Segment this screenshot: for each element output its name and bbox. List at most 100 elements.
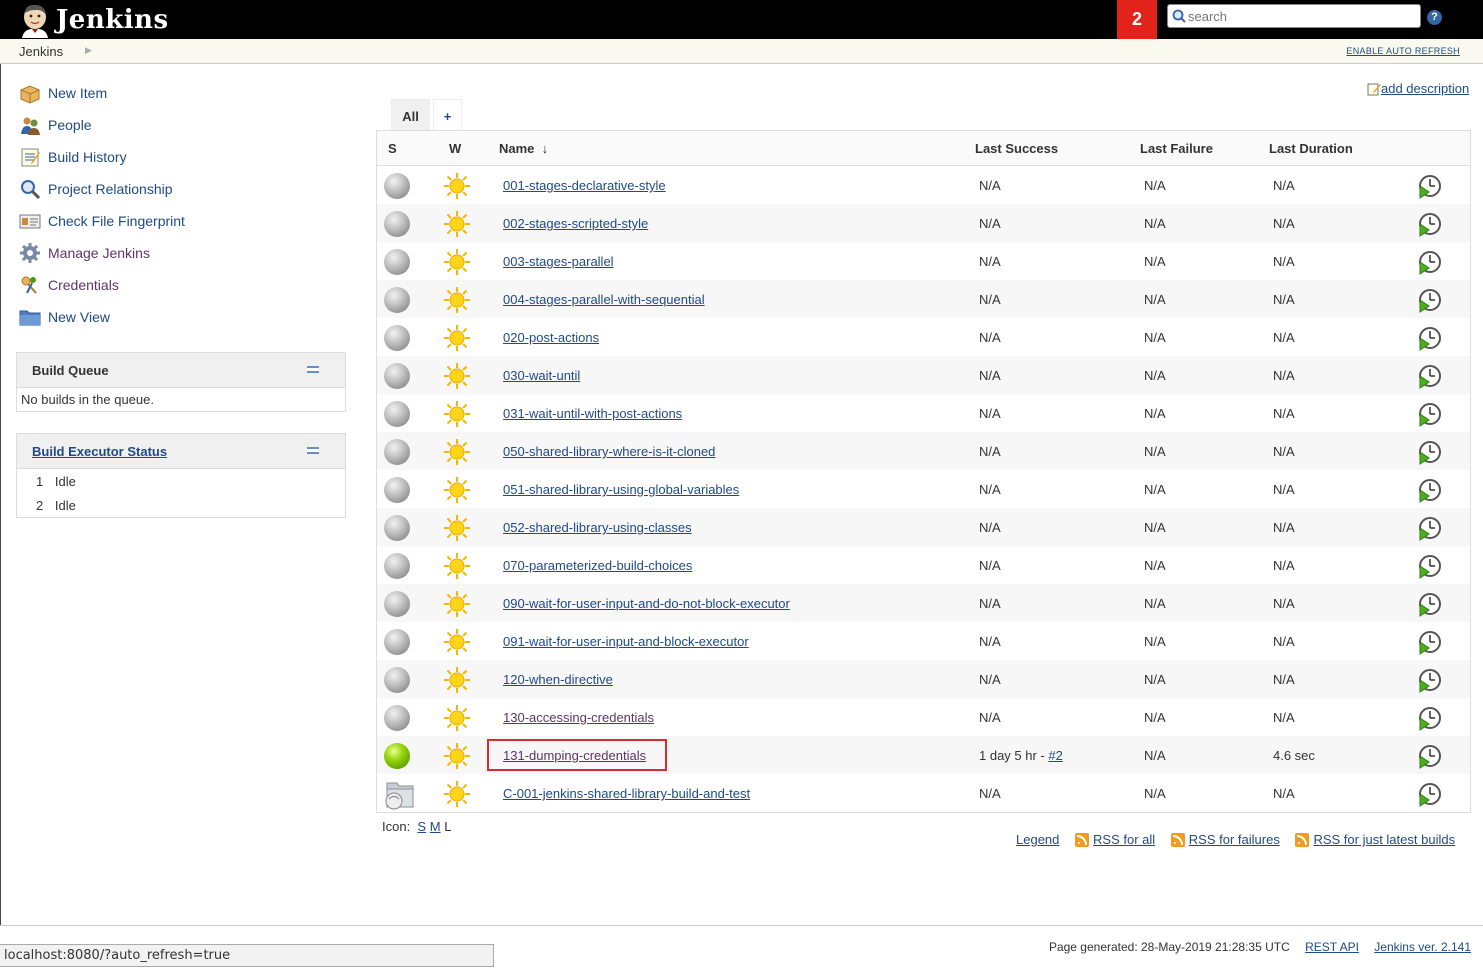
task-label[interactable]: Credentials (48, 277, 119, 293)
job-name-link[interactable]: 051-shared-library-using-global-variable… (503, 482, 739, 497)
breadcrumb-jenkins[interactable]: Jenkins (19, 44, 63, 59)
build-executor-title-link[interactable]: Build Executor Status (32, 444, 167, 459)
tab-new-view[interactable]: + (433, 99, 462, 132)
job-name-link[interactable]: 031-wait-until-with-post-actions (503, 406, 682, 421)
last-success-cell: N/A (979, 634, 1001, 649)
status-ball-icon (384, 629, 410, 655)
task-people[interactable]: People (19, 113, 92, 137)
icon-size-s[interactable]: S (417, 819, 426, 834)
job-name-link[interactable]: 130-accessing-credentials (503, 710, 654, 725)
job-name-link[interactable]: C-001-jenkins-shared-library-build-and-t… (503, 786, 750, 801)
task-label[interactable]: New Item (48, 85, 107, 101)
task-check-file-fingerprint[interactable]: Check File Fingerprint (19, 209, 185, 233)
legend-link[interactable]: Legend (1016, 832, 1059, 847)
column-weather[interactable]: W (449, 141, 461, 156)
schedule-build-icon[interactable] (1417, 591, 1443, 617)
rss-failures[interactable]: RSS for failures (1170, 832, 1280, 847)
column-status[interactable]: S (388, 141, 397, 156)
task-new-view[interactable]: New View (19, 305, 110, 329)
status-ball-icon (384, 249, 410, 275)
job-name-link[interactable]: 091-wait-for-user-input-and-block-execut… (503, 634, 749, 649)
collapse-icon[interactable] (307, 447, 319, 454)
table-row: 030-wait-until N/A N/A N/A (377, 356, 1470, 394)
task-label[interactable]: People (48, 117, 92, 133)
column-name-label: Name (499, 141, 535, 156)
job-name-link[interactable]: 020-post-actions (503, 330, 599, 345)
search-input[interactable] (1188, 7, 1416, 25)
tab-all[interactable]: All (391, 99, 430, 132)
jenkins-version-link[interactable]: Jenkins ver. 2.141 (1374, 940, 1471, 954)
job-name-link[interactable]: 001-stages-declarative-style (503, 178, 666, 193)
task-label[interactable]: Manage Jenkins (48, 245, 150, 261)
rss-latest-link[interactable]: RSS for just latest builds (1313, 832, 1455, 847)
job-name-link[interactable]: 120-when-directive (503, 672, 613, 687)
task-label[interactable]: New View (48, 309, 110, 325)
column-name[interactable]: Name ↓ (499, 141, 548, 156)
column-last-duration[interactable]: Last Duration (1269, 141, 1353, 156)
last-duration-cell: N/A (1273, 178, 1295, 193)
last-failure-cell: N/A (1144, 444, 1166, 459)
notification-badge[interactable]: 2 (1117, 0, 1157, 39)
schedule-build-icon[interactable] (1417, 363, 1443, 389)
task-label[interactable]: Build History (48, 149, 127, 165)
job-name-link[interactable]: 030-wait-until (503, 368, 580, 383)
people-icon (21, 117, 40, 135)
schedule-build-icon[interactable] (1417, 173, 1443, 199)
icon-size-m[interactable]: M (430, 819, 441, 834)
rest-api-link[interactable]: REST API (1305, 940, 1359, 954)
schedule-build-icon[interactable] (1417, 249, 1443, 275)
job-name-link[interactable]: 090-wait-for-user-input-and-do-not-block… (503, 596, 790, 611)
task-manage-jenkins[interactable]: Manage Jenkins (19, 241, 150, 265)
schedule-build-icon[interactable] (1417, 629, 1443, 655)
schedule-build-icon[interactable] (1417, 211, 1443, 237)
job-name-link[interactable]: 002-stages-scripted-style (503, 216, 648, 231)
enable-auto-refresh-link[interactable]: ENABLE AUTO REFRESH (1346, 46, 1460, 56)
help-icon[interactable]: ? (1427, 10, 1442, 25)
task-label[interactable]: Project Relationship (48, 181, 173, 197)
schedule-build-icon[interactable] (1417, 477, 1443, 503)
add-description[interactable]: add description (1367, 81, 1469, 96)
schedule-build-icon[interactable] (1417, 439, 1443, 465)
job-name-link[interactable]: 052-shared-library-using-classes (503, 520, 692, 535)
rss-all[interactable]: RSS for all (1075, 832, 1155, 847)
rss-latest[interactable]: RSS for just latest builds (1295, 832, 1455, 847)
job-name-link[interactable]: 131-dumping-credentials (503, 748, 646, 763)
job-name-link[interactable]: 070-parameterized-build-choices (503, 558, 692, 573)
task-label[interactable]: Check File Fingerprint (48, 213, 185, 229)
table-row: 130-accessing-credentials N/A N/A N/A (377, 698, 1470, 736)
task-new-item[interactable]: New Item (19, 81, 107, 105)
projects-table: S W Name ↓ Last Success Last Failure Las… (376, 130, 1471, 813)
schedule-build-icon[interactable] (1417, 401, 1443, 427)
table-row: 070-parameterized-build-choices N/A N/A N/A (377, 546, 1470, 584)
schedule-build-icon[interactable] (1417, 667, 1443, 693)
rss-all-link[interactable]: RSS for all (1093, 832, 1155, 847)
table-row: 001-stages-declarative-style N/A N/A N/A (377, 166, 1470, 204)
collapse-icon[interactable] (307, 366, 319, 373)
job-name-link[interactable]: 004-stages-parallel-with-sequential (503, 292, 705, 307)
last-success-cell: N/A (979, 482, 1001, 497)
gear-icon (20, 243, 40, 263)
schedule-build-icon[interactable] (1417, 743, 1443, 769)
column-last-success[interactable]: Last Success (975, 141, 1058, 156)
task-credentials[interactable]: Credentials (19, 273, 119, 297)
jenkins-logo[interactable]: Jenkins (18, 2, 169, 38)
schedule-build-icon[interactable] (1417, 325, 1443, 351)
schedule-build-icon[interactable] (1417, 515, 1443, 541)
column-last-failure[interactable]: Last Failure (1140, 141, 1213, 156)
breadcrumb-arrow-icon[interactable]: ▶ (85, 45, 92, 56)
task-build-history[interactable]: Build History (19, 145, 127, 169)
schedule-build-icon[interactable] (1417, 705, 1443, 731)
jenkins-wordmark: Jenkins (56, 5, 169, 35)
task-project-relationship[interactable]: Project Relationship (19, 177, 173, 201)
rss-failures-link[interactable]: RSS for failures (1189, 832, 1280, 847)
build-number-link[interactable]: #2 (1048, 748, 1062, 763)
search-box[interactable] (1167, 4, 1421, 28)
rss-icon (1295, 833, 1310, 847)
job-name-link[interactable]: 050-shared-library-where-is-it-cloned (503, 444, 715, 459)
add-description-link[interactable]: add description (1381, 81, 1469, 96)
schedule-build-icon[interactable] (1417, 781, 1443, 807)
job-name-link[interactable]: 003-stages-parallel (503, 254, 614, 269)
schedule-build-icon[interactable] (1417, 553, 1443, 579)
schedule-build-icon[interactable] (1417, 287, 1443, 313)
last-failure-cell: N/A (1144, 710, 1166, 725)
